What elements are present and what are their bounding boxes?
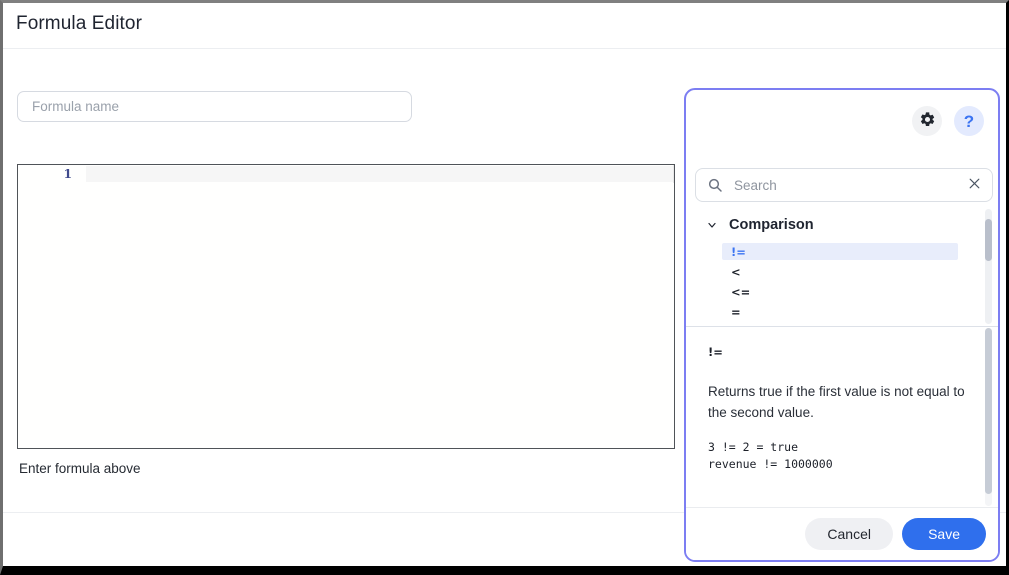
code-line-content[interactable] [88,166,672,182]
search-input[interactable] [734,169,959,201]
function-item-label: < [731,265,741,279]
editor-hint-text: Enter formula above [19,461,141,476]
function-list-item-less-than[interactable]: < [722,263,958,280]
formula-code-editor[interactable]: 1 [17,164,675,449]
page-title: Formula Editor [16,13,142,35]
formula-name-input[interactable] [17,91,412,122]
search-row[interactable] [695,168,993,202]
help-icon: ? [964,113,974,130]
dialog-header: Formula Editor [3,3,1006,49]
search-icon [707,177,723,198]
editor-right-gutter [673,165,674,183]
gear-icon [919,111,936,131]
function-list[interactable]: Comparison != < <= = [686,212,1000,325]
documentation-scrollbar[interactable] [985,328,992,506]
function-list-item-equal[interactable]: = [722,303,958,320]
search-clear-button[interactable] [964,175,984,195]
documentation-title: != [708,345,723,359]
function-list-scrollbar[interactable] [985,209,992,324]
close-icon [968,177,981,193]
documentation-examples: 3 != 2 = true revenue != 1000000 [708,439,978,473]
chevron-down-icon [706,219,718,231]
panel-footer: Cancel Save [686,507,998,560]
cancel-button[interactable]: Cancel [805,518,893,550]
settings-button[interactable] [912,106,942,136]
documentation-panel: != Returns true if the first value is no… [686,327,1000,507]
function-item-label: = [731,305,741,319]
category-label: Comparison [729,217,814,233]
function-list-item-less-than-or-equal[interactable]: <= [722,283,958,300]
line-number-gutter: 1 [46,166,72,182]
function-reference-panel: ? [684,88,1000,562]
function-list-item-not-equal[interactable]: != [722,243,958,260]
help-button[interactable]: ? [954,106,984,136]
formula-editor-window: Formula Editor 1 Enter formula above [0,0,1009,575]
category-row-comparison[interactable]: Comparison [686,212,814,238]
documentation-description: Returns true if the first value is not e… [708,381,970,423]
function-item-label: <= [731,285,750,299]
panel-toolbar: ? [686,90,998,146]
function-list-scrollbar-thumb[interactable] [985,219,992,261]
save-button[interactable]: Save [902,518,986,550]
function-item-label: != [731,245,746,259]
editor-line-row: 1 [18,165,674,184]
documentation-scrollbar-thumb[interactable] [985,328,992,494]
